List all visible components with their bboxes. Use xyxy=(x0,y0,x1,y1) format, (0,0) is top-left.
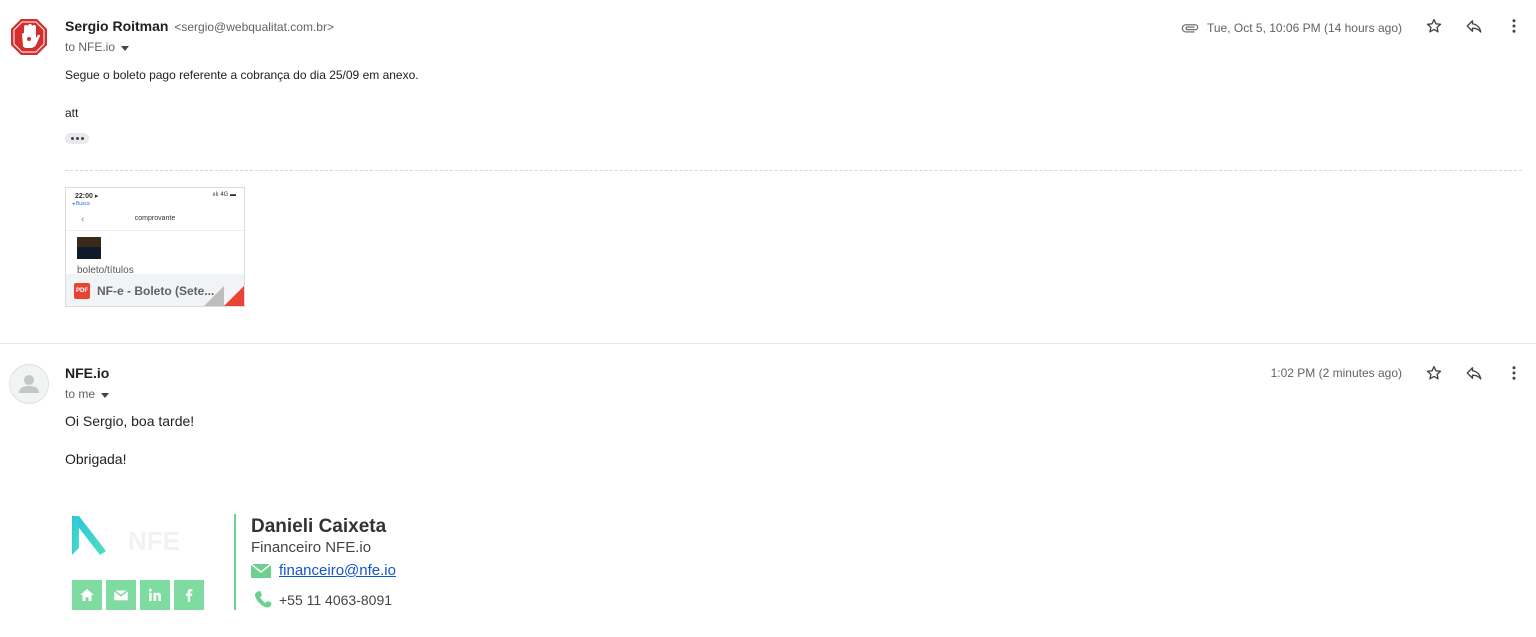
message-body-line: Oi Sergio, boa tarde! xyxy=(65,413,195,429)
sender-line: Sergio Roitman <sergio@webqualitat.com.b… xyxy=(65,18,334,34)
signature-phone: +55 11 4063-8091 xyxy=(279,592,393,608)
dot xyxy=(75,137,79,140)
star-icon xyxy=(1426,365,1442,380)
recipients-toggle[interactable]: to NFE.io xyxy=(65,40,130,54)
preview-status-right: ıılı 4G ▬ xyxy=(212,192,236,198)
mail-link[interactable] xyxy=(106,580,136,610)
stop-hand-icon xyxy=(11,19,47,55)
preview-back-label: ◂ Busca xyxy=(72,201,90,207)
signature-name: Danieli Caixeta xyxy=(251,516,387,537)
attachment-card[interactable]: 22:00 ▸ ıılı 4G ▬ ◂ Busca ‹ comprovante … xyxy=(65,187,245,307)
reply-button[interactable] xyxy=(1464,363,1484,383)
mail-icon xyxy=(113,589,129,601)
home-link[interactable] xyxy=(72,580,102,610)
phone-icon xyxy=(254,591,272,608)
facebook-link[interactable] xyxy=(174,580,204,610)
preview-separator xyxy=(66,230,244,231)
signature-role: Financeiro NFE.io xyxy=(251,539,372,556)
more-vert-icon xyxy=(1512,366,1516,380)
fold-corner xyxy=(204,286,224,306)
chevron-down-icon xyxy=(101,392,110,398)
preview-thumbnail xyxy=(77,237,101,259)
signature-email-row: financeiro@nfe.io xyxy=(251,562,396,579)
signature-email-link[interactable]: financeiro@nfe.io xyxy=(279,562,396,579)
star-button[interactable] xyxy=(1424,363,1444,383)
dot xyxy=(70,137,74,140)
message-timestamp: Tue, Oct 5, 10:06 PM (14 hours ago) xyxy=(1207,21,1402,35)
signature-phone-row: +55 11 4063-8091 xyxy=(251,588,392,612)
sender-email: <sergio@webqualitat.com.br> xyxy=(174,20,334,34)
nfeio-logo: NFE xyxy=(72,516,180,556)
fold-corner-accent xyxy=(224,286,244,306)
star-icon xyxy=(1426,18,1442,33)
message-timestamp: 1:02 PM (2 minutes ago) xyxy=(1270,366,1402,380)
reply-button[interactable] xyxy=(1464,16,1484,36)
attachments-divider xyxy=(65,170,1522,171)
linkedin-icon xyxy=(148,588,161,601)
signature-social-links xyxy=(72,580,204,610)
signature-divider xyxy=(234,514,236,610)
paperclip-icon xyxy=(1181,24,1199,33)
reply-icon xyxy=(1466,367,1482,380)
chevron-down-icon xyxy=(121,45,130,51)
svg-text:NFE: NFE xyxy=(128,526,180,556)
star-button[interactable] xyxy=(1424,16,1444,36)
message-nfeio: NFE.io to me 1:02 PM (2 minutes ago) Oi … xyxy=(0,344,1536,637)
preview-status-time: 22:00 ▸ xyxy=(75,193,99,200)
attachment-name: NF-e - Boleto (Sete... xyxy=(97,283,215,298)
pdf-icon: PDF xyxy=(74,282,90,299)
dot xyxy=(80,137,84,140)
sender-name[interactable]: Sergio Roitman xyxy=(65,18,168,34)
reply-icon xyxy=(1466,20,1482,33)
show-trimmed-content-button[interactable] xyxy=(65,133,89,144)
message-sergio: Sergio Roitman <sergio@webqualitat.com.b… xyxy=(0,0,1536,344)
message-meta: Tue, Oct 5, 10:06 PM (14 hours ago) xyxy=(1181,19,1402,37)
linkedin-link[interactable] xyxy=(140,580,170,610)
recipients-label: to me xyxy=(65,387,96,401)
attachment-preview: 22:00 ▸ ıılı 4G ▬ ◂ Busca ‹ comprovante … xyxy=(66,188,244,276)
message-meta: 1:02 PM (2 minutes ago) xyxy=(1271,366,1402,380)
sender-avatar[interactable] xyxy=(9,17,49,57)
facebook-icon xyxy=(185,589,193,602)
more-options-button[interactable] xyxy=(1504,363,1524,383)
preview-title: comprovante xyxy=(134,215,176,222)
message-body-line: Obrigada! xyxy=(65,451,127,467)
more-options-button[interactable] xyxy=(1504,16,1524,36)
sender-line: NFE.io xyxy=(65,365,109,381)
person-icon xyxy=(19,375,39,393)
home-icon xyxy=(80,589,94,601)
email-signature: NFE Danieli Caixeta Financeiro NFE.io fi… xyxy=(66,514,426,614)
message-body-line: att xyxy=(65,106,79,120)
sender-name[interactable]: NFE.io xyxy=(65,365,109,381)
more-vert-icon xyxy=(1512,19,1516,33)
envelope-icon xyxy=(251,563,271,578)
message-body-line: Segue o boleto pago referente a cobrança… xyxy=(65,68,419,82)
message-actions xyxy=(1424,363,1524,383)
recipients-toggle[interactable]: to me xyxy=(65,387,110,401)
message-actions xyxy=(1424,16,1524,36)
sender-avatar[interactable] xyxy=(9,364,49,404)
recipients-label: to NFE.io xyxy=(65,40,116,54)
